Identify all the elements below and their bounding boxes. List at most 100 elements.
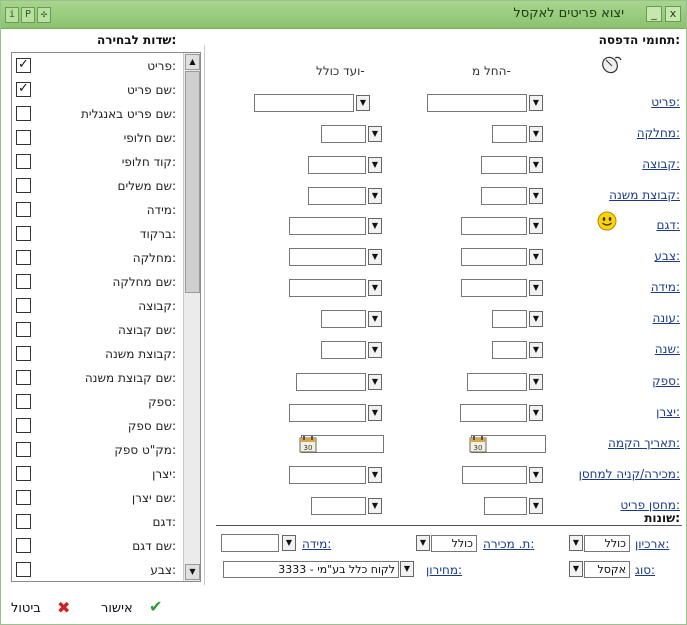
size-field[interactable] (221, 534, 279, 552)
sale-date-dropdown-icon[interactable]: ▼ (416, 535, 430, 551)
range-from-field[interactable] (481, 156, 527, 174)
field-item[interactable]: יצרן: (12, 463, 184, 487)
range-from-dropdown-icon[interactable]: ▼ (529, 280, 543, 296)
field-item[interactable]: קבוצת משנה: (12, 343, 184, 367)
range-from-dropdown-icon[interactable]: ▼ (529, 467, 543, 483)
range-from-field[interactable] (462, 466, 527, 484)
field-checkbox[interactable]: ✓ (16, 82, 31, 97)
field-checkbox[interactable] (16, 154, 31, 169)
field-item[interactable]: שם משלים: (12, 175, 184, 199)
type-dropdown-icon[interactable]: ▼ (569, 561, 583, 577)
range-from-field[interactable] (461, 248, 527, 266)
range-from-field[interactable] (461, 279, 527, 297)
range-from-dropdown-icon[interactable]: ▼ (529, 498, 543, 514)
range-to-field[interactable] (308, 187, 366, 205)
field-checkbox[interactable] (16, 106, 31, 121)
field-item[interactable]: מידה: (12, 199, 184, 223)
field-checkbox[interactable] (16, 346, 31, 361)
field-checkbox[interactable] (16, 466, 31, 481)
range-to-dropdown-icon[interactable]: ▼ (368, 188, 382, 204)
range-to-field[interactable] (289, 404, 366, 422)
price-list-select[interactable]: 3333 - לקוח כלל בע"מי (223, 561, 399, 578)
range-to-field[interactable] (321, 125, 366, 143)
range-to-field[interactable] (308, 156, 366, 174)
sale-date-select[interactable]: כולל (431, 535, 477, 552)
range-to-dropdown-icon[interactable]: ▼ (368, 249, 382, 265)
archive-dropdown-icon[interactable]: ▼ (569, 535, 583, 551)
range-from-dropdown-icon[interactable]: ▼ (529, 405, 543, 421)
field-checkbox[interactable] (16, 514, 31, 529)
range-from-field[interactable] (481, 187, 527, 205)
range-to-field[interactable] (289, 466, 366, 484)
archive-select[interactable]: כולל (584, 535, 630, 552)
range-to-field[interactable] (289, 217, 366, 235)
range-from-dropdown-icon[interactable]: ▼ (529, 218, 543, 234)
field-checkbox[interactable] (16, 442, 31, 457)
field-item[interactable]: שם יצרן: (12, 487, 184, 511)
range-from-field[interactable] (492, 125, 527, 143)
range-from-field[interactable] (492, 310, 527, 328)
field-checkbox[interactable] (16, 178, 31, 193)
field-item[interactable]: שם קבוצת משנה: (12, 367, 184, 391)
range-to-field[interactable] (321, 310, 366, 328)
field-checkbox[interactable] (16, 418, 31, 433)
range-to-field[interactable] (254, 94, 354, 112)
scroll-down-icon[interactable]: ▼ (185, 564, 200, 580)
field-checkbox[interactable] (16, 250, 31, 265)
field-checkbox[interactable] (16, 274, 31, 289)
field-item[interactable]: ✓ שם פריט: (12, 79, 184, 103)
move-icon[interactable]: ✣ (37, 7, 51, 23)
ok-button[interactable]: אישור ✔ (101, 597, 181, 620)
field-item[interactable]: שם פריט באנגלית: (12, 103, 184, 127)
field-checkbox[interactable] (16, 226, 31, 241)
size-dropdown-icon[interactable]: ▼ (282, 535, 296, 551)
fields-scrollbar[interactable]: ▲ ▼ (183, 53, 200, 581)
range-from-dropdown-icon[interactable]: ▼ (529, 249, 543, 265)
cancel-button[interactable]: ביטול ✖ (11, 598, 97, 620)
type-select[interactable]: אקסל (584, 561, 630, 578)
range-to-dropdown-icon[interactable]: ▼ (368, 374, 382, 390)
range-from-field[interactable] (460, 404, 527, 422)
range-to-dropdown-icon[interactable]: ▼ (368, 405, 382, 421)
scroll-up-icon[interactable]: ▲ (185, 54, 200, 70)
range-to-dropdown-icon[interactable]: ▼ (368, 218, 382, 234)
field-checkbox[interactable] (16, 370, 31, 385)
field-item[interactable]: שם דגם: (12, 535, 184, 559)
range-to-dropdown-icon[interactable]: ▼ (368, 157, 382, 173)
field-item[interactable]: שם ספק: (12, 415, 184, 439)
print-button[interactable]: P (21, 7, 35, 23)
minimize-button[interactable]: _ (646, 6, 662, 22)
range-to-field[interactable] (321, 341, 366, 359)
range-from-dropdown-icon[interactable]: ▼ (529, 311, 543, 327)
range-from-dropdown-icon[interactable]: ▼ (529, 188, 543, 204)
calendar-icon[interactable]: 30 (299, 435, 317, 453)
range-to-dropdown-icon[interactable]: ▼ (356, 95, 370, 111)
field-item[interactable]: שם קבוצה: (12, 319, 184, 343)
scroll-thumb[interactable] (185, 71, 200, 293)
calendar-icon[interactable]: 30 (469, 435, 487, 453)
info-button[interactable]: i (5, 7, 19, 23)
field-checkbox[interactable] (16, 538, 31, 553)
range-to-dropdown-icon[interactable]: ▼ (368, 280, 382, 296)
field-item[interactable]: מק"ט ספק: (12, 439, 184, 463)
range-to-dropdown-icon[interactable]: ▼ (368, 342, 382, 358)
field-checkbox[interactable] (16, 394, 31, 409)
field-item[interactable]: שם מחלקה: (12, 271, 184, 295)
range-to-dropdown-icon[interactable]: ▼ (368, 467, 382, 483)
field-item[interactable]: מחלקה: (12, 247, 184, 271)
range-from-dropdown-icon[interactable]: ▼ (529, 374, 543, 390)
field-checkbox[interactable]: ✓ (16, 58, 31, 73)
field-checkbox[interactable] (16, 298, 31, 313)
field-item[interactable]: קבוצה: (12, 295, 184, 319)
field-checkbox[interactable] (16, 490, 31, 505)
field-item[interactable]: ספק: (12, 391, 184, 415)
field-item[interactable]: קוד חלופי: (12, 151, 184, 175)
field-checkbox[interactable] (16, 322, 31, 337)
range-from-field[interactable] (484, 497, 527, 515)
field-item[interactable]: צבע: (12, 559, 184, 581)
range-from-field[interactable] (427, 94, 527, 112)
range-to-dropdown-icon[interactable]: ▼ (368, 498, 382, 514)
field-item[interactable]: ✓ פריט: (12, 55, 184, 79)
range-to-field[interactable] (311, 497, 366, 515)
range-from-field[interactable] (492, 341, 527, 359)
